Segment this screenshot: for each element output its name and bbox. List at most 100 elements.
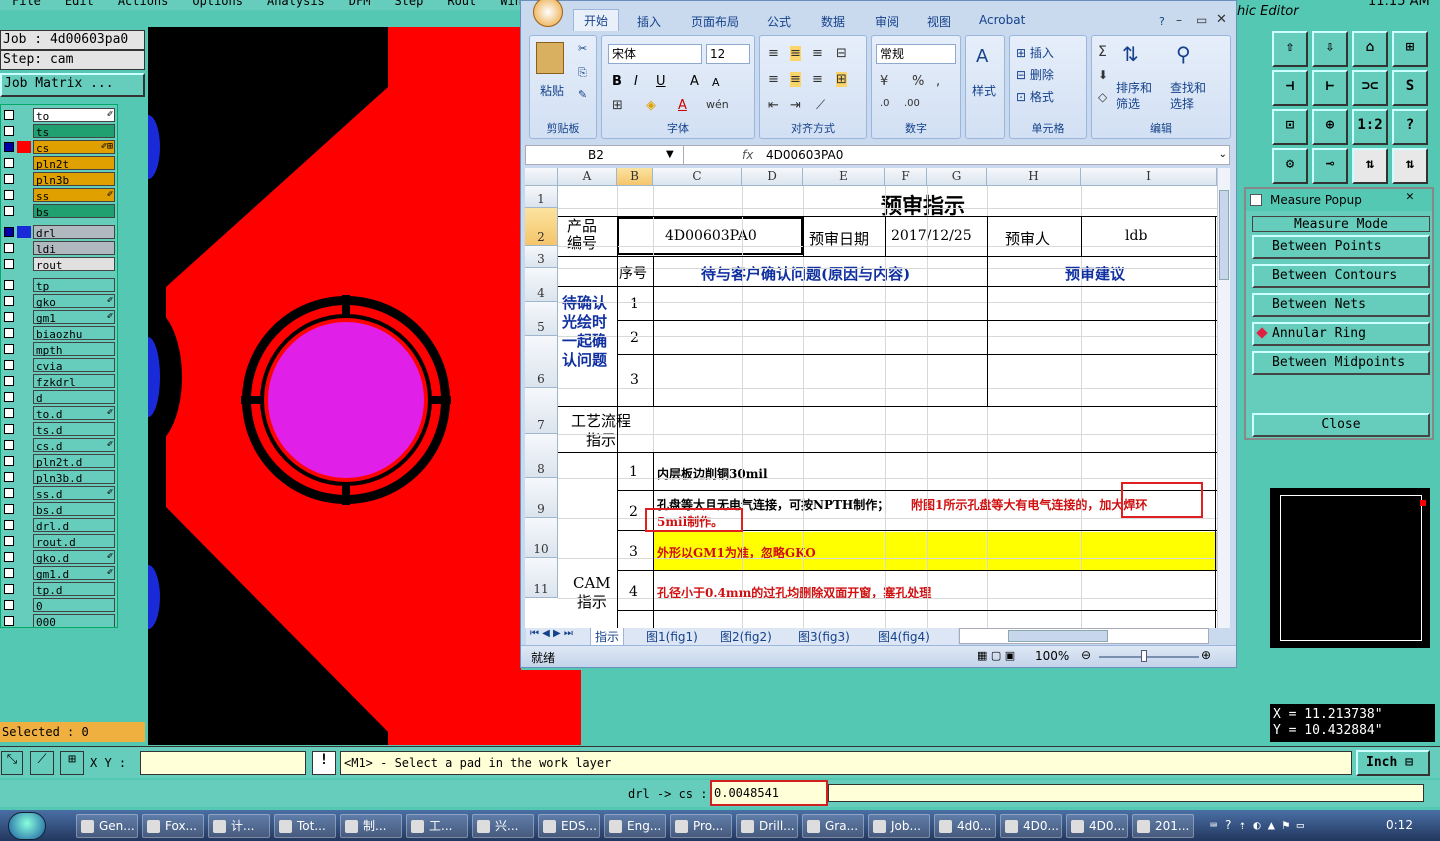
- layer-row-ss[interactable]: ss ✐: [1, 187, 117, 203]
- menu-item-file[interactable]: File: [12, 0, 41, 8]
- toolbar-button-7[interactable]: S: [1392, 70, 1428, 106]
- measure-icon[interactable]: ⟋: [30, 751, 54, 775]
- layer-edit-icon[interactable]: ✐: [107, 187, 113, 202]
- layer-checkbox[interactable]: [4, 344, 14, 354]
- layer-checkbox[interactable]: [4, 110, 14, 120]
- layer-checkbox[interactable]: [4, 158, 14, 168]
- paste-label[interactable]: 粘贴: [540, 82, 564, 99]
- vertical-scrollbar[interactable]: [1217, 168, 1230, 628]
- formula-input[interactable]: 4D00603PA0: [766, 146, 843, 164]
- taskbar-item-9[interactable]: Pro...: [670, 814, 732, 838]
- align-right-icon[interactable]: ≡: [812, 72, 823, 87]
- layer-name[interactable]: ts.d: [33, 422, 115, 437]
- find-select-label[interactable]: 查找和 选择: [1170, 80, 1206, 112]
- layer-edit-icon[interactable]: ✐: [107, 293, 113, 308]
- taskbar-item-11[interactable]: Gra...: [802, 814, 864, 838]
- toolbar-button-13[interactable]: ⊸: [1312, 148, 1348, 184]
- layer-name[interactable]: ss.d: [33, 486, 115, 501]
- indent-increase-icon[interactable]: ⇥: [790, 98, 801, 113]
- office-button[interactable]: [533, 0, 563, 27]
- styles-label[interactable]: 样式: [972, 82, 996, 99]
- row-header-3[interactable]: 3: [525, 246, 558, 268]
- column-header-H[interactable]: H: [987, 168, 1081, 186]
- spreadsheet-grid[interactable]: A B C D E F G H I 1 2 3 4 5 6 7 8 9 10 11 预审指示 产品 编号 4D00603PA…: [525, 168, 1217, 628]
- layer-checkbox[interactable]: [4, 392, 14, 402]
- fill-color-icon[interactable]: ◈: [646, 98, 656, 113]
- find-select-icon[interactable]: ⚲: [1176, 42, 1191, 66]
- layer-checkbox[interactable]: [4, 360, 14, 370]
- row-header-9[interactable]: 9: [525, 478, 558, 518]
- layer-checkbox[interactable]: [4, 142, 14, 152]
- layer-name[interactable]: biaozhu: [33, 326, 115, 341]
- layer-edit-icon[interactable]: ✐⊞: [101, 139, 113, 154]
- measure-close-button[interactable]: Close: [1252, 413, 1430, 437]
- taskbar-item-3[interactable]: Tot...: [274, 814, 336, 838]
- toolbar-button-15[interactable]: ⇅: [1392, 148, 1428, 184]
- layer-checkbox[interactable]: [4, 174, 14, 184]
- taskbar-item-16[interactable]: 201...: [1132, 814, 1194, 838]
- layer-row-cvia[interactable]: cvia: [1, 357, 117, 373]
- autosum-icon[interactable]: Σ: [1098, 44, 1107, 60]
- sheet-tab-2[interactable]: 图2(fig2): [716, 627, 776, 646]
- align-top-icon[interactable]: ≡: [768, 46, 779, 61]
- toolbar-button-8[interactable]: ⊡: [1272, 109, 1308, 145]
- layer-name[interactable]: tp.d: [33, 582, 115, 597]
- sheet-nav-icon[interactable]: ⏮ ◀ ▶ ⏭: [530, 628, 573, 639]
- toolbar-button-1[interactable]: ⇩: [1312, 31, 1348, 67]
- alert-icon[interactable]: !: [312, 751, 336, 775]
- layer-checkbox[interactable]: [4, 520, 14, 530]
- layer-checkbox[interactable]: [4, 376, 14, 386]
- paste-icon[interactable]: [536, 42, 564, 74]
- layer-checkbox[interactable]: [4, 296, 14, 306]
- layer-name[interactable]: mpth: [33, 342, 115, 357]
- layer-checkbox[interactable]: [4, 456, 14, 466]
- menu-item-dfm[interactable]: DFM: [349, 0, 371, 8]
- layer-row-to[interactable]: to ✐: [1, 107, 117, 123]
- sort-filter-icon[interactable]: ⇅: [1122, 42, 1139, 66]
- border-icon[interactable]: ⊞: [612, 98, 623, 113]
- layer-row-cs.d[interactable]: cs.d ✐: [1, 437, 117, 453]
- format-painter-icon[interactable]: ✎: [578, 88, 587, 101]
- layer-row-rout.d[interactable]: rout.d: [1, 533, 117, 549]
- menu-item-analysis[interactable]: Analysis: [267, 0, 325, 8]
- layer-checkbox[interactable]: [4, 280, 14, 290]
- taskbar-item-0[interactable]: Gen...: [76, 814, 138, 838]
- taskbar-item-14[interactable]: 4D0...: [1000, 814, 1062, 838]
- restore-icon[interactable]: ▭: [1196, 13, 1207, 27]
- name-box[interactable]: B2: [526, 146, 684, 164]
- toolbar-button-3[interactable]: ⊞: [1392, 31, 1428, 67]
- layer-name[interactable]: pln3b.d: [33, 470, 115, 485]
- row-header-11[interactable]: 11: [525, 558, 558, 598]
- menu-item-edit[interactable]: Edit: [65, 0, 94, 8]
- layer-checkbox[interactable]: [4, 568, 14, 578]
- layer-name[interactable]: to.d: [33, 406, 115, 421]
- ribbon-tab-2[interactable]: 页面布局: [691, 13, 739, 30]
- toolbar-button-6[interactable]: ⊃⊂: [1352, 70, 1388, 106]
- layer-row-pln2t.d[interactable]: pln2t.d: [1, 453, 117, 469]
- layer-row-ldi[interactable]: ldi: [1, 240, 117, 256]
- orientation-icon[interactable]: ⟋: [816, 98, 825, 113]
- units-button[interactable]: Inch ⊟: [1356, 750, 1430, 776]
- layer-row-d[interactable]: d: [1, 389, 117, 405]
- measure-option-between-nets[interactable]: Between Nets: [1252, 293, 1430, 317]
- insert-cells-button[interactable]: ⊞ 插入: [1016, 44, 1054, 61]
- toolbar-button-10[interactable]: 1:2: [1352, 109, 1388, 145]
- row-header-7[interactable]: 7: [525, 388, 558, 434]
- layer-name[interactable]: tp: [33, 278, 115, 293]
- font-size-select[interactable]: 12: [706, 44, 750, 64]
- ribbon-tab-5[interactable]: 审阅: [875, 13, 899, 30]
- layer-name[interactable]: bs: [33, 204, 115, 219]
- toolbar-button-11[interactable]: ?: [1392, 109, 1428, 145]
- layer-name[interactable]: rout.d: [33, 534, 115, 549]
- layer-row-rout[interactable]: rout: [1, 256, 117, 272]
- fx-label[interactable]: fx: [742, 146, 753, 164]
- taskbar-item-15[interactable]: 4D0...: [1066, 814, 1128, 838]
- formula-expand-icon[interactable]: ⌄: [1219, 146, 1227, 164]
- ribbon-tab-0[interactable]: 开始: [573, 9, 620, 31]
- layer-row-drl[interactable]: drl: [1, 224, 117, 240]
- row-header-2[interactable]: 2: [525, 208, 558, 246]
- minimize-icon[interactable]: –: [1176, 13, 1182, 27]
- column-header-I[interactable]: I: [1081, 168, 1217, 186]
- layer-edit-icon[interactable]: ✐: [107, 107, 113, 122]
- layer-checkbox[interactable]: [4, 259, 14, 269]
